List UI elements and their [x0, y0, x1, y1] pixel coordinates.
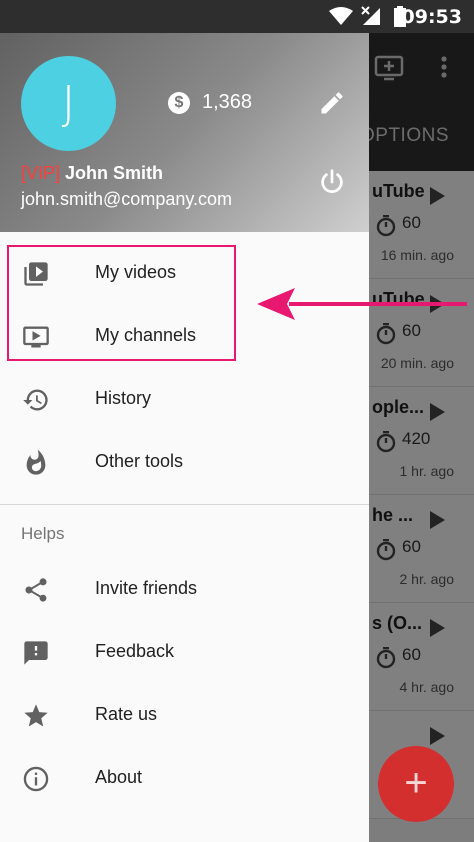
power-logout-icon[interactable]: [317, 167, 347, 202]
history-icon: [21, 386, 51, 414]
avatar[interactable]: J: [21, 56, 116, 151]
menu-item-label: About: [95, 767, 143, 787]
menu-item-other-tools[interactable]: Other tools: [0, 431, 369, 494]
info-icon: [21, 765, 51, 793]
add-fab-button[interactable]: +: [378, 746, 454, 822]
menu-item-label: Feedback: [95, 641, 175, 661]
feedback-icon: [21, 639, 51, 667]
status-bar: 09:53: [0, 0, 474, 33]
menu-item-history[interactable]: History: [0, 368, 369, 431]
menu-item-label: Invite friends: [95, 578, 198, 598]
wifi-icon: [328, 6, 354, 31]
dollar-coin-icon: $: [168, 92, 190, 114]
menu-item-about[interactable]: About: [0, 747, 369, 810]
menu-item-invite-friends[interactable]: Invite friends: [0, 558, 369, 621]
menu-item-rate-us[interactable]: Rate us: [0, 684, 369, 747]
no-signal-icon: [360, 6, 382, 31]
annotation-arrow-icon: [257, 288, 467, 320]
menu-item-feedback[interactable]: Feedback: [0, 621, 369, 684]
edit-pencil-icon[interactable]: [318, 89, 346, 122]
coin-balance: 1,368: [202, 91, 253, 113]
section-title: Helps: [21, 524, 65, 543]
highlight-annotation-box: [7, 245, 236, 361]
plus-icon: +: [404, 761, 428, 805]
section-header-helps: Helps: [0, 505, 369, 558]
flame-icon: [21, 449, 51, 477]
user-name: John Smith: [65, 163, 163, 183]
vip-tag: [VIP]: [21, 163, 61, 183]
share-icon: [21, 576, 51, 604]
menu-item-label: Other tools: [95, 451, 184, 471]
drawer-header: J $ 1,368 [VIP] John Smith john.smith@co…: [0, 33, 369, 232]
menu-item-label: History: [95, 388, 152, 408]
menu-item-label: Rate us: [95, 704, 158, 724]
user-email: john.smith@company.com: [21, 189, 233, 209]
clock: 09:53: [401, 6, 462, 28]
navigation-drawer: J $ 1,368 [VIP] John Smith john.smith@co…: [0, 33, 369, 842]
star-icon: [21, 702, 51, 730]
